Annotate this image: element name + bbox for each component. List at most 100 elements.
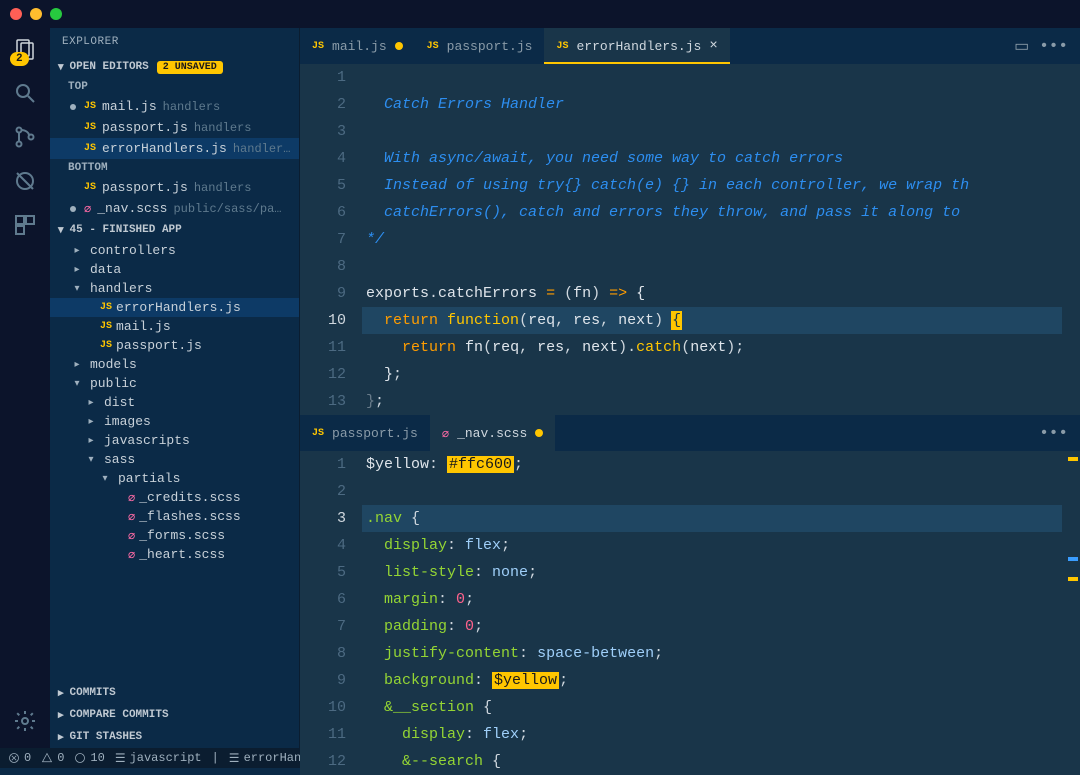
project-header[interactable]: 45 - FINISHED APP — [50, 219, 299, 241]
open-editors-group-header: BOTTOM — [50, 159, 299, 177]
more-actions-icon[interactable]: ••• — [1039, 37, 1068, 55]
status-warnings[interactable]: 0 — [41, 751, 64, 765]
tree-file[interactable]: JSerrorHandlers.js — [50, 298, 299, 317]
maximize-window-button[interactable] — [50, 8, 62, 20]
editor-group-top: JS mail.js JS passport.js JS errorHandlers.js… — [300, 28, 1080, 415]
js-file-icon: JS — [312, 41, 324, 52]
code-editor-top[interactable]: 12345678910111213 Catch Errors Handler W… — [300, 64, 1080, 415]
file-path: handlers — [194, 121, 252, 135]
tree-folder[interactable]: ▸controllers — [50, 241, 299, 260]
modified-indicator-icon — [535, 429, 543, 437]
settings-gear-icon[interactable] — [12, 708, 38, 734]
js-file-icon: JS — [84, 143, 96, 154]
tab-actions-top: ▭ ••• — [1002, 28, 1080, 64]
tree-folder[interactable]: ▸data — [50, 260, 299, 279]
tree-folder[interactable]: ▾public — [50, 374, 299, 393]
tab-bar-top: JS mail.js JS passport.js JS errorHandlers.js… — [300, 28, 1080, 64]
tree-file[interactable]: ⌀ _flashes.scss — [50, 507, 299, 526]
tab-bar-bottom: JSpassport.js ⌀ _nav.scss ••• — [300, 415, 1080, 451]
scss-file-icon: ⌀ — [128, 490, 135, 505]
tree-folder[interactable]: ▾sass — [50, 450, 299, 469]
split-editor-icon[interactable]: ▭ — [1014, 36, 1029, 56]
js-file-icon: JS — [427, 41, 439, 52]
close-tab-icon[interactable]: × — [709, 38, 717, 54]
status-info[interactable]: 10 — [74, 751, 104, 765]
open-editor-item[interactable]: JSpassport.jshandlers — [50, 177, 299, 198]
editor-tab[interactable]: JS mail.js — [300, 28, 415, 64]
sidebar-section-git-stashes[interactable]: GIT STASHES — [50, 726, 299, 748]
folder-name: images — [104, 414, 151, 429]
tree-file[interactable]: JSpassport.js — [50, 336, 299, 355]
editor-tab[interactable]: JS errorHandlers.js × — [544, 28, 729, 64]
window-titlebar — [0, 0, 1080, 28]
file-name: errorHandlers.js — [102, 141, 227, 156]
file-path: handlers — [194, 181, 252, 195]
tree-folder[interactable]: ▸models — [50, 355, 299, 374]
scss-file-icon: ⌀ — [128, 509, 135, 524]
debug-icon[interactable] — [12, 168, 38, 194]
file-name: _nav.scss — [97, 201, 167, 216]
file-name: _forms.scss — [139, 528, 225, 543]
open-editor-item[interactable]: JSerrorHandlers.jshandler… — [50, 138, 299, 159]
scss-file-icon: ⌀ — [442, 426, 449, 441]
more-actions-icon[interactable]: ••• — [1039, 424, 1068, 442]
explorer-icon[interactable]: 2 — [12, 36, 38, 62]
activity-bar: 2 — [0, 28, 50, 748]
folder-name: controllers — [90, 243, 176, 258]
editor-tab[interactable]: ⌀ _nav.scss — [430, 415, 555, 451]
file-name: _flashes.scss — [139, 509, 240, 524]
tree-folder[interactable]: ▸images — [50, 412, 299, 431]
open-editors-group-header: TOP — [50, 78, 299, 96]
folder-name: public — [90, 376, 137, 391]
close-window-button[interactable] — [10, 8, 22, 20]
tree-file[interactable]: ⌀_credits.scss — [50, 488, 299, 507]
tab-label: _nav.scss — [457, 426, 527, 441]
open-editor-item[interactable]: JS passport.js handlers — [50, 117, 299, 138]
status-language-left[interactable]: ☰ javascript — [115, 751, 202, 766]
tree-folder[interactable]: ▾handlers — [50, 279, 299, 298]
folder-name: sass — [104, 452, 135, 467]
tree-file[interactable]: ⌀_heart.scss — [50, 545, 299, 564]
js-file-icon: JS — [84, 122, 96, 133]
tree-file[interactable]: ⌀_forms.scss — [50, 526, 299, 545]
file-name: errorHandlers.js — [116, 300, 241, 315]
open-editors-header[interactable]: OPEN EDITORS 2 UNSAVED — [50, 56, 299, 78]
scss-file-icon: ⌀ — [128, 547, 135, 562]
status-errors[interactable]: 0 — [8, 751, 31, 765]
traffic-lights — [10, 8, 62, 20]
folder-name: dist — [104, 395, 135, 410]
tab-label: passport.js — [447, 39, 533, 54]
search-icon[interactable] — [12, 80, 38, 106]
tree-folder[interactable]: ▾partials — [50, 469, 299, 488]
code-editor-bottom[interactable]: 123456789101112 $yellow: #ffc600; .nav {… — [300, 451, 1080, 775]
minimap-top[interactable] — [1062, 64, 1080, 415]
scss-file-icon: ⌀ — [84, 201, 91, 216]
editor-tab[interactable]: JSpassport.js — [300, 415, 430, 451]
unsaved-badge: 2 UNSAVED — [157, 61, 223, 74]
source-control-icon[interactable] — [12, 124, 38, 150]
minimap-bottom[interactable] — [1062, 451, 1080, 775]
tab-label: errorHandlers.js — [576, 39, 701, 54]
editor-tab[interactable]: JS passport.js — [415, 28, 545, 64]
project-name: 45 - FINISHED APP — [70, 224, 182, 236]
tab-label: mail.js — [332, 39, 387, 54]
js-file-icon: JS — [100, 321, 112, 332]
editor-group-bottom: JSpassport.js ⌀ _nav.scss ••• 123456789101… — [300, 415, 1080, 775]
file-name: passport.js — [102, 120, 188, 135]
extensions-icon[interactable] — [12, 212, 38, 238]
folder-name: data — [90, 262, 121, 277]
file-path: public/sass/pa… — [173, 202, 281, 216]
tree-folder[interactable]: ▸dist — [50, 393, 299, 412]
minimize-window-button[interactable] — [30, 8, 42, 20]
js-file-icon: JS — [556, 41, 568, 52]
folder-name: handlers — [90, 281, 152, 296]
open-editor-item[interactable]: ⌀ _nav.scss public/sass/pa… — [50, 198, 299, 219]
modified-indicator-icon — [395, 42, 403, 50]
editor-area: JSmail.jsJSpassport.jsJSerrorHandlers.js… — [300, 28, 1080, 748]
js-file-icon: JS — [84, 182, 96, 193]
sidebar-section-commits[interactable]: COMMITS — [50, 682, 299, 704]
tree-file[interactable]: JSmail.js — [50, 317, 299, 336]
tree-folder[interactable]: ▸javascripts — [50, 431, 299, 450]
open-editor-item[interactable]: JSmail.jshandlers — [50, 96, 299, 117]
sidebar-section-compare-commits[interactable]: COMPARE COMMITS — [50, 704, 299, 726]
